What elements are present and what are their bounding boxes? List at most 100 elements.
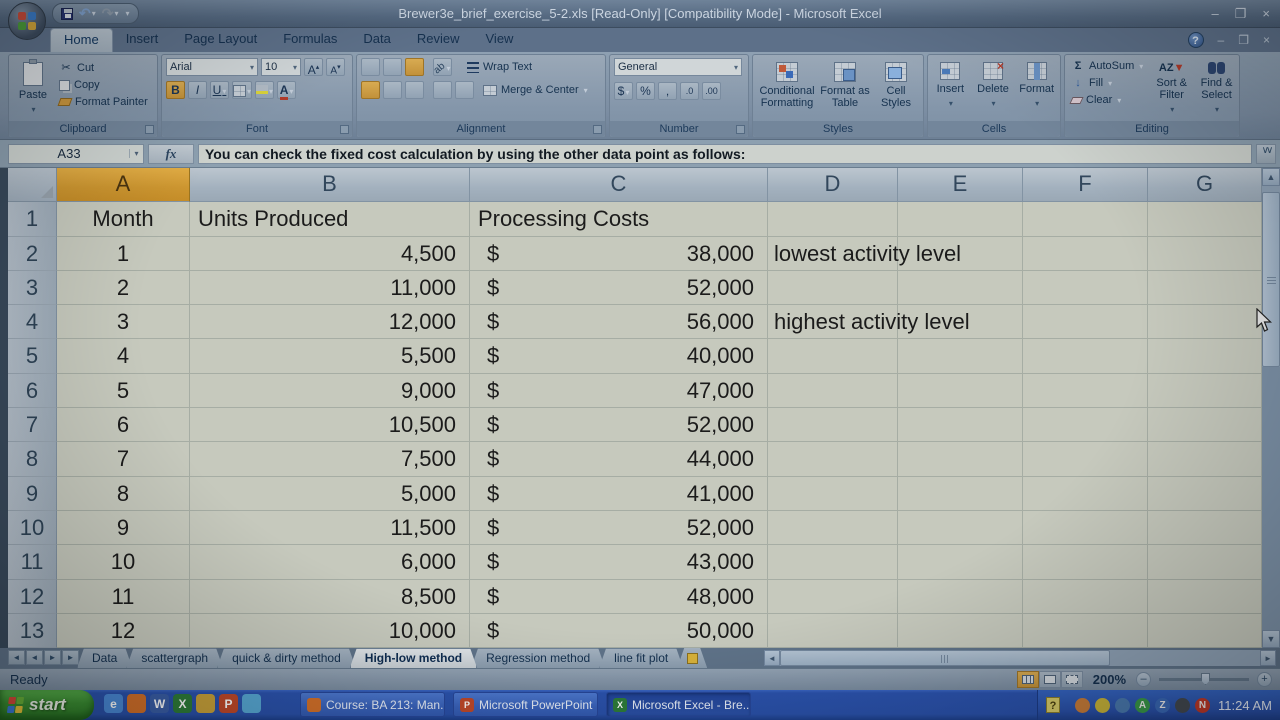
cell-B13[interactable]: 10,000 <box>190 614 470 648</box>
cell-G1[interactable] <box>1148 202 1262 236</box>
align-bottom-button[interactable] <box>405 58 424 76</box>
zoom-out-button[interactable]: – <box>1136 672 1151 687</box>
align-center-button[interactable] <box>383 81 402 99</box>
tab-page-layout[interactable]: Page Layout <box>171 28 270 52</box>
redo-button[interactable]: ↷▾ <box>102 6 119 21</box>
office-button[interactable] <box>8 2 46 40</box>
cell-F13[interactable] <box>1023 614 1148 648</box>
cell-B10[interactable]: 11,500 <box>190 511 470 545</box>
cell-D7[interactable] <box>768 408 898 442</box>
cell-F7[interactable] <box>1023 408 1148 442</box>
cell-D12[interactable] <box>768 580 898 614</box>
cell-G2[interactable] <box>1148 237 1262 271</box>
cell-D6[interactable] <box>768 374 898 408</box>
row-header-1[interactable]: 1 <box>8 202 57 236</box>
internet-explorer-icon[interactable]: e <box>104 694 123 713</box>
cell-G12[interactable] <box>1148 580 1262 614</box>
column-header-B[interactable]: B <box>190 168 470 202</box>
shield-tray-icon[interactable] <box>1095 698 1110 713</box>
sheet-tab-high-low-method[interactable]: High-low method <box>350 648 477 668</box>
zoom-level[interactable]: 200% <box>1093 672 1126 687</box>
update-tray-icon[interactable] <box>1175 698 1190 713</box>
fill-button[interactable]: ↓Fill▾ <box>1069 76 1145 90</box>
scroll-left-button[interactable]: ◄ <box>764 650 780 666</box>
dialog-launcher-icon[interactable] <box>340 125 349 134</box>
cell-D13[interactable] <box>768 614 898 648</box>
dialog-launcher-icon[interactable] <box>593 125 602 134</box>
hscrollbar-track[interactable] <box>1110 650 1260 666</box>
cell-C10[interactable]: $52,000 <box>470 511 768 545</box>
zone-tray-icon[interactable]: Z <box>1155 698 1170 713</box>
shrink-font-button[interactable]: A▾ <box>326 58 345 76</box>
cell-F11[interactable] <box>1023 545 1148 579</box>
cell-D10[interactable] <box>768 511 898 545</box>
cell-A2[interactable]: 1 <box>57 237 190 271</box>
row-header-2[interactable]: 2 <box>8 237 57 271</box>
powerpoint-icon[interactable]: P <box>219 694 238 713</box>
tab-data[interactable]: Data <box>350 28 403 52</box>
messenger-icon[interactable] <box>242 694 261 713</box>
insert-function-button[interactable]: fx <box>148 144 194 164</box>
scrollbar-thumb[interactable] <box>1262 192 1280 367</box>
formula-input[interactable]: You can check the fixed cost calculation… <box>198 144 1252 164</box>
help-icon[interactable]: ? <box>1188 32 1204 48</box>
cell-F4[interactable] <box>1023 305 1148 339</box>
workbook-minimize-button[interactable]: – <box>1218 33 1225 47</box>
restore-button[interactable]: ❐ <box>1235 6 1247 22</box>
decrease-indent-button[interactable] <box>433 81 452 99</box>
horizontal-scrollbar[interactable]: ◄ ► <box>764 650 1276 666</box>
column-header-A[interactable]: A <box>57 168 190 202</box>
cell-D8[interactable] <box>768 442 898 476</box>
cell-E12[interactable] <box>898 580 1023 614</box>
cell-F12[interactable] <box>1023 580 1148 614</box>
percent-style-button[interactable]: % <box>636 82 655 100</box>
orientation-button[interactable]: ab▾ <box>433 58 452 76</box>
task-button-powerpoint[interactable]: PMicrosoft PowerPoint <box>453 692 598 717</box>
row-header-10[interactable]: 10 <box>8 511 57 545</box>
cell-F10[interactable] <box>1023 511 1148 545</box>
row-header-13[interactable]: 13 <box>8 614 57 648</box>
cell-G9[interactable] <box>1148 477 1262 511</box>
cell-F2[interactable] <box>1023 237 1148 271</box>
tab-home[interactable]: Home <box>50 28 113 52</box>
cell-A5[interactable]: 4 <box>57 339 190 373</box>
comma-style-button[interactable]: , <box>658 82 677 100</box>
cell-G3[interactable] <box>1148 271 1262 305</box>
workbook-close-button[interactable]: × <box>1263 33 1270 47</box>
column-header-G[interactable]: G <box>1148 168 1262 202</box>
cell-B12[interactable]: 8,500 <box>190 580 470 614</box>
cell-D3[interactable] <box>768 271 898 305</box>
zoom-slider-thumb[interactable] <box>1201 673 1210 685</box>
cell-B4[interactable]: 12,000 <box>190 305 470 339</box>
cell-B7[interactable]: 10,500 <box>190 408 470 442</box>
cell-C4[interactable]: $56,000 <box>470 305 768 339</box>
format-painter-button[interactable]: Format Painter <box>57 95 150 109</box>
cell-B6[interactable]: 9,000 <box>190 374 470 408</box>
sheet-tab-regression-method[interactable]: Regression method <box>471 648 605 668</box>
cell-B8[interactable]: 7,500 <box>190 442 470 476</box>
cell-C7[interactable]: $52,000 <box>470 408 768 442</box>
cell-B5[interactable]: 5,500 <box>190 339 470 373</box>
cell-E10[interactable] <box>898 511 1023 545</box>
grow-font-button[interactable]: A▴ <box>304 58 323 76</box>
cell-styles-button[interactable]: Cell Styles <box>874 58 918 118</box>
format-as-table-button[interactable]: Format as Table <box>820 58 870 118</box>
column-header-F[interactable]: F <box>1023 168 1148 202</box>
cell-A13[interactable]: 12 <box>57 614 190 648</box>
paste-button[interactable]: Paste ▾ <box>13 58 53 118</box>
tab-review[interactable]: Review <box>404 28 473 52</box>
cell-A6[interactable]: 5 <box>57 374 190 408</box>
cell-D4[interactable]: highest activity level <box>768 305 898 339</box>
cell-G4[interactable] <box>1148 305 1262 339</box>
align-right-button[interactable] <box>405 81 424 99</box>
align-middle-button[interactable] <box>383 58 402 76</box>
increase-decimal-button[interactable]: .0 <box>680 82 699 100</box>
cell-D2[interactable]: lowest activity level <box>768 237 898 271</box>
normal-view-button[interactable] <box>1017 671 1039 688</box>
network-tray-icon[interactable] <box>1115 698 1130 713</box>
page-break-view-button[interactable] <box>1061 671 1083 688</box>
cell-D9[interactable] <box>768 477 898 511</box>
scroll-up-button[interactable]: ▲ <box>1262 168 1280 186</box>
row-header-9[interactable]: 9 <box>8 477 57 511</box>
font-size-select[interactable]: 10▾ <box>261 58 301 76</box>
